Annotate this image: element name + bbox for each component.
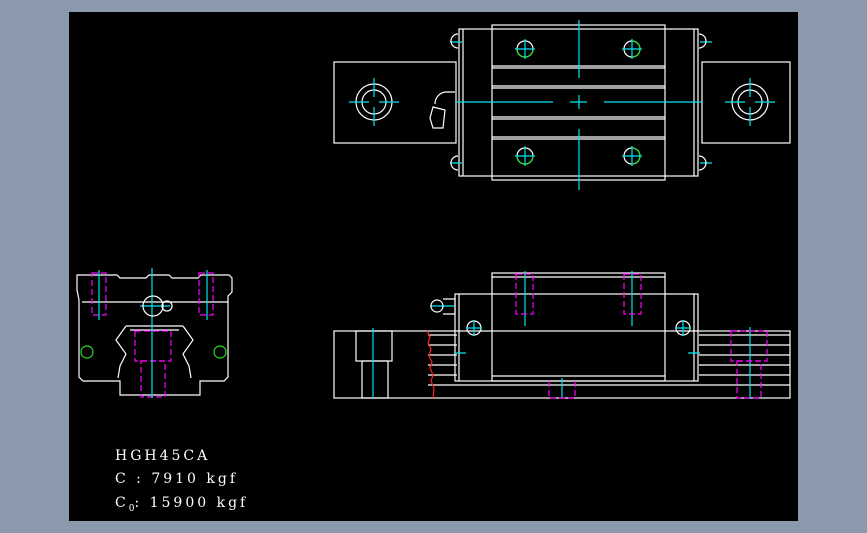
end-section-view	[76, 268, 233, 398]
static-load-rating: C0: 15900 kgf	[115, 495, 248, 514]
side-view	[333, 271, 791, 399]
carriage-side	[491, 272, 666, 382]
right-flange	[701, 61, 791, 144]
top-view	[333, 20, 791, 190]
static-load-label: C	[115, 495, 129, 511]
static-load-value: : 15900 kgf	[134, 495, 249, 511]
grease-nipple	[429, 91, 455, 129]
dynamic-load-rating: C : 7910 kgf	[115, 471, 238, 487]
dynamic-load-value: : 7910 kgf	[136, 471, 239, 487]
dynamic-load-label: C	[115, 471, 129, 487]
model-label: HGH45CA	[115, 448, 211, 464]
